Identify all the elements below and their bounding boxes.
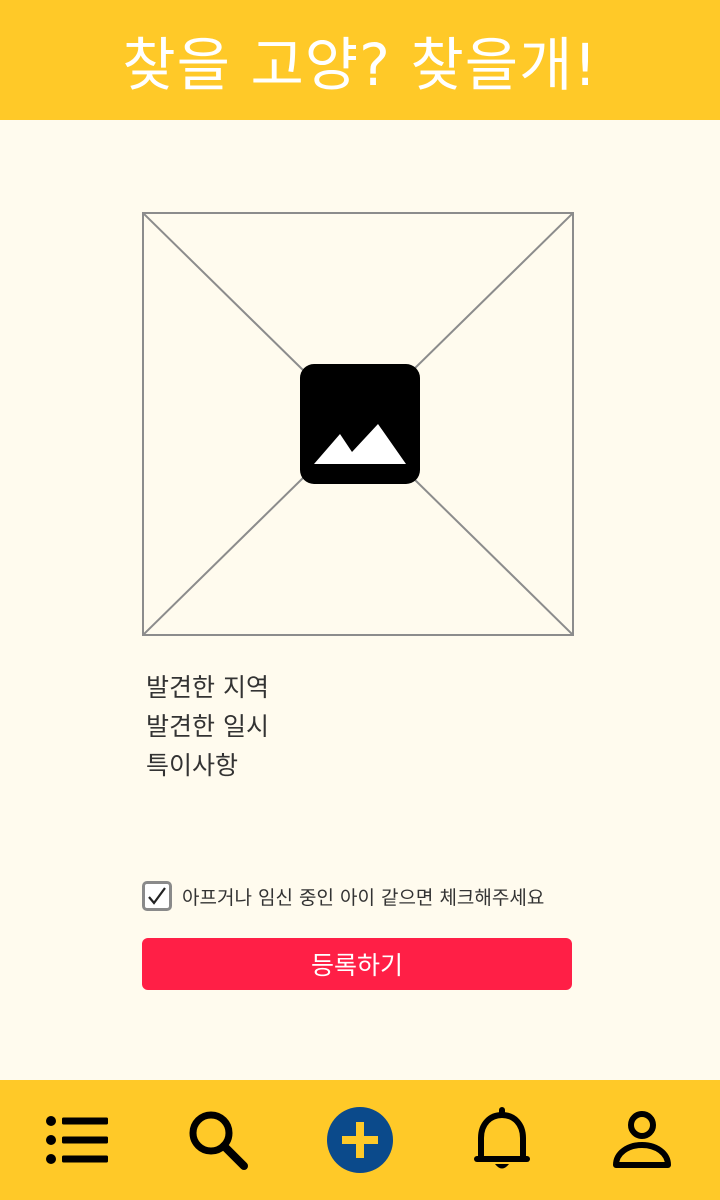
register-button[interactable]: 등록하기 <box>142 938 572 990</box>
tab-add[interactable] <box>300 1080 420 1200</box>
app-title: 찾을 고양? 찾을개! <box>122 31 598 99</box>
photo-upload-area[interactable] <box>142 212 574 636</box>
bottom-tab-bar <box>0 1080 720 1200</box>
bell-icon <box>474 1107 530 1169</box>
found-datetime-label[interactable]: 발견한 일시 <box>146 707 269 746</box>
tab-search[interactable] <box>158 1080 278 1200</box>
found-info: 발견한 지역 발견한 일시 특이사항 <box>146 668 269 785</box>
list-icon <box>46 1116 108 1164</box>
image-placeholder-icon[interactable] <box>300 364 420 484</box>
add-icon <box>327 1107 393 1173</box>
tab-notifications[interactable] <box>442 1080 562 1200</box>
found-location-label[interactable]: 발견한 지역 <box>146 668 269 707</box>
special-notes-label[interactable]: 특이사항 <box>146 746 269 785</box>
app-header: 찾을 고양? 찾을개! <box>0 0 720 120</box>
tab-profile[interactable] <box>582 1080 702 1200</box>
sick-pregnant-check-label[interactable]: 아프거나 임신 중인 아이 같으면 체크해주세요 <box>182 883 544 910</box>
user-icon <box>613 1111 671 1168</box>
checkmark-icon <box>148 887 166 905</box>
sick-pregnant-checkbox[interactable] <box>142 881 172 911</box>
tab-list[interactable] <box>18 1080 138 1200</box>
search-icon <box>189 1111 248 1170</box>
sick-pregnant-check-row: 아프거나 임신 중인 아이 같으면 체크해주세요 <box>142 881 544 911</box>
